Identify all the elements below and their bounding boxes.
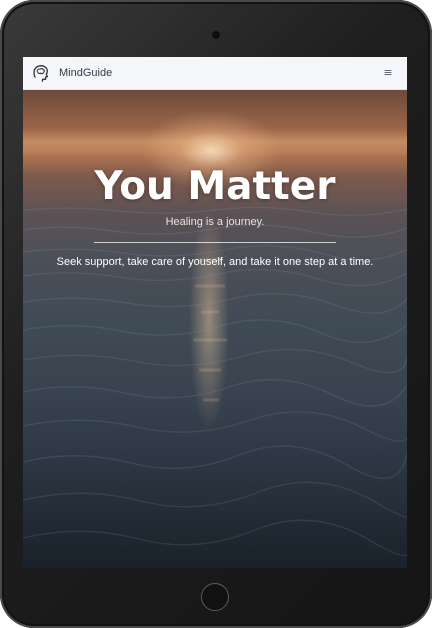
navbar: MindGuide ≡: [23, 57, 407, 90]
sunset-ocean-image: [23, 128, 407, 557]
screen: MindGuide ≡ You Matter Healing is a jour…: [23, 57, 407, 568]
head-brain-icon: [33, 65, 49, 82]
brand-name: MindGuide: [59, 67, 113, 79]
front-camera: [212, 31, 220, 39]
hero-divider: [94, 242, 336, 243]
hamburger-menu-icon[interactable]: ≡: [381, 66, 395, 80]
brand[interactable]: MindGuide: [31, 63, 112, 83]
hero-subtitle: Healing is a journey.: [165, 216, 265, 228]
home-button[interactable]: [201, 583, 229, 611]
hero-section: You Matter Healing is a journey. Seek su…: [23, 90, 407, 568]
hero-title: You Matter: [94, 164, 336, 209]
hero-message: Seek support, take care of youself, and …: [56, 256, 374, 268]
tablet-frame: MindGuide ≡ You Matter Healing is a jour…: [0, 0, 432, 628]
